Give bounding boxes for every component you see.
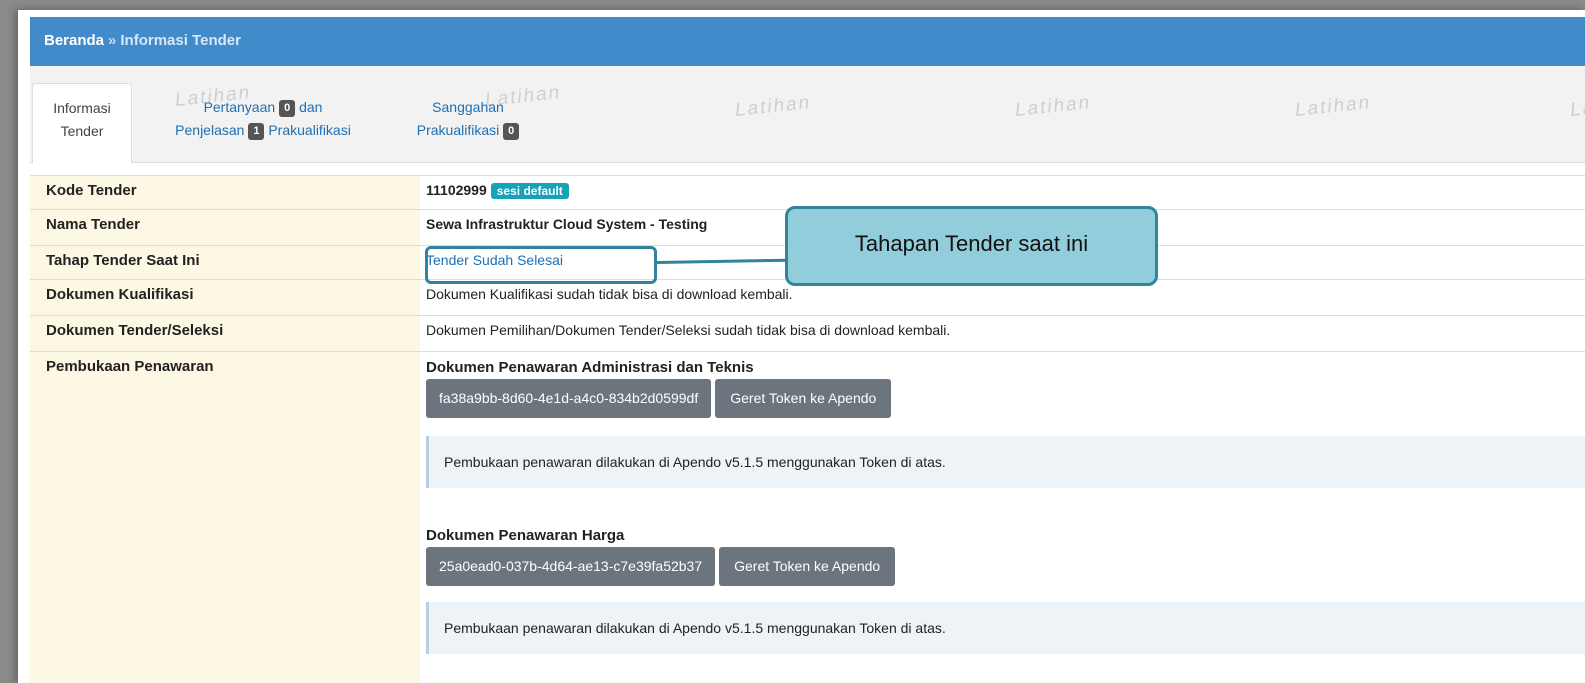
watermark: Latihan xyxy=(734,92,813,121)
geret-token-button[interactable]: Geret Token ke Apendo xyxy=(719,547,896,586)
admin-info-alert: Pembukaan penawaran dilakukan di Apendo … xyxy=(426,436,1585,488)
label-pembukaan-penawaran: Pembukaan Penawaran xyxy=(30,352,420,683)
row-pembukaan-penawaran: Pembukaan Penawaran Dokumen Penawaran Ad… xyxy=(30,351,1585,683)
count-badge: 1 xyxy=(248,123,265,140)
geret-token-button[interactable]: Geret Token ke Apendo xyxy=(715,379,892,418)
row-dokumen-tender: Dokumen Tender/Seleksi Dokumen Pemilihan… xyxy=(30,315,1585,352)
value-kode-tender: 11102999 sesi default xyxy=(420,176,1585,210)
harga-info-alert: Pembukaan penawaran dilakukan di Apendo … xyxy=(426,602,1585,654)
watermark: Latihan xyxy=(1569,92,1585,121)
tab-bar: Latihan Latihan Latihan Latihan Latihan … xyxy=(30,66,1585,163)
tab-pertanyaan-penjelasan[interactable]: Pertanyaan 0 dan Penjelasan 1 Prakualifi… xyxy=(146,96,380,142)
tab-informasi-tender[interactable]: Informasi Tender xyxy=(32,83,132,163)
admin-teknis-title: Dokumen Penawaran Administrasi dan Tekni… xyxy=(426,359,754,376)
value-dokumen-tender: Dokumen Pemilihan/Dokumen Tender/Seleksi… xyxy=(426,322,951,338)
sesi-badge: sesi default xyxy=(490,183,569,199)
harga-title: Dokumen Penawaran Harga xyxy=(426,527,625,544)
harga-token[interactable]: 25a0ead0-037b-4d64-ae13-c7e39fa52b37 xyxy=(426,547,716,586)
watermark: Latihan xyxy=(1294,92,1373,121)
tab-label: dan xyxy=(299,99,323,115)
tab-label: Informasi xyxy=(53,100,111,116)
breadcrumb-separator: » xyxy=(108,32,117,49)
count-badge: 0 xyxy=(503,123,520,140)
highlight-box xyxy=(425,246,657,284)
watermark: Latihan xyxy=(1014,92,1093,121)
tab-label: Prakualifikasi xyxy=(268,122,351,138)
tab-label: Pertanyaan xyxy=(203,99,276,115)
breadcrumb-current: Informasi Tender xyxy=(120,32,241,49)
tab-sanggahan-prakualifikasi[interactable]: Sanggahan Prakualifikasi 0 xyxy=(398,96,538,142)
admin-token[interactable]: fa38a9bb-8d60-4e1d-a4c0-834b2d0599df xyxy=(426,379,712,418)
breadcrumb-home-link[interactable]: Beranda xyxy=(44,32,104,49)
tab-label: Tender xyxy=(60,123,104,139)
label-tahap-tender: Tahap Tender Saat Ini xyxy=(30,246,420,280)
callout-annotation: Tahapan Tender saat ini xyxy=(785,206,1158,286)
count-badge: 0 xyxy=(279,100,296,117)
label-nama-tender: Nama Tender xyxy=(30,210,420,246)
label-dokumen-kualifikasi: Dokumen Kualifikasi xyxy=(30,280,420,316)
penawaran-harga-section: Dokumen Penawaran Harga 25a0ead0-037b-4d… xyxy=(426,527,896,586)
main-frame: Beranda» Informasi Tender Latihan Latihan… xyxy=(18,10,1585,683)
label-dokumen-tender: Dokumen Tender/Seleksi xyxy=(30,316,420,352)
row-kode-tender: Kode Tender 11102999 sesi default xyxy=(30,175,1585,210)
breadcrumb: Beranda» Informasi Tender xyxy=(30,17,1585,66)
tab-label: Prakualifikasi xyxy=(416,122,500,138)
tab-label: Sanggahan xyxy=(432,99,504,115)
label-kode-tender: Kode Tender xyxy=(30,176,420,210)
kode-tender-number: 11102999 xyxy=(426,182,487,198)
tab-label: Penjelasan xyxy=(175,122,245,138)
